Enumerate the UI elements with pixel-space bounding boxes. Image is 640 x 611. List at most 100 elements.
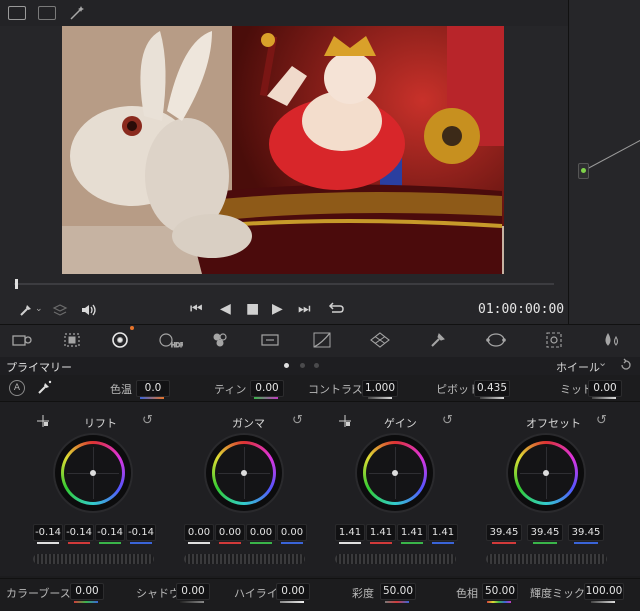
layers-icon[interactable] bbox=[52, 302, 68, 318]
white-balance-picker-icon[interactable] bbox=[36, 379, 54, 395]
hue-field[interactable]: 50.00 bbox=[482, 583, 518, 600]
page-dot-2[interactable] bbox=[300, 363, 305, 368]
gamma-y-value[interactable]: 0.00 bbox=[184, 524, 214, 541]
page-dot-3[interactable] bbox=[314, 363, 319, 368]
active-indicator-dot bbox=[130, 326, 134, 330]
color-match-icon[interactable] bbox=[54, 324, 90, 356]
offset-b-value[interactable]: 39.45 bbox=[568, 524, 604, 541]
offset-reset-icon[interactable]: ↺ bbox=[596, 413, 607, 428]
gamma-r-value[interactable]: 0.00 bbox=[215, 524, 245, 541]
gain-reset-icon[interactable]: ↺ bbox=[442, 413, 453, 428]
color-warper-icon[interactable] bbox=[362, 324, 398, 356]
offset-wheel[interactable] bbox=[508, 435, 584, 511]
offset-g-value[interactable]: 39.45 bbox=[527, 524, 563, 541]
lift-g-bar bbox=[99, 542, 121, 544]
gain-y-bar bbox=[339, 542, 361, 544]
highlight-field[interactable]: 0.00 bbox=[276, 583, 310, 600]
lift-picker-icon[interactable] bbox=[36, 414, 50, 428]
eyedropper-icon[interactable] bbox=[18, 302, 34, 318]
magic-wand-icon[interactable] bbox=[68, 4, 86, 22]
saturation-label: 彩度 bbox=[352, 587, 374, 600]
lift-wheel[interactable] bbox=[55, 435, 131, 511]
lift-master-slider[interactable] bbox=[33, 554, 154, 564]
shadow-field[interactable]: 0.00 bbox=[176, 583, 210, 600]
timecode-display: 01:00:00:00 bbox=[478, 302, 565, 317]
tracker-icon[interactable] bbox=[536, 324, 572, 356]
lift-r-value[interactable]: -0.14 bbox=[64, 524, 94, 541]
stop-button[interactable]: ■ bbox=[246, 301, 259, 317]
play-button[interactable]: ▶ bbox=[272, 301, 283, 317]
playhead-handle[interactable] bbox=[15, 279, 18, 289]
motion-effects-icon[interactable] bbox=[252, 324, 288, 356]
offset-master-slider[interactable] bbox=[486, 554, 607, 564]
chevron-down-icon[interactable]: ⌄ bbox=[35, 304, 43, 314]
node-output[interactable] bbox=[578, 163, 589, 179]
gamma-title: ガンマ bbox=[232, 417, 265, 430]
lift-g-value[interactable]: -0.14 bbox=[95, 524, 125, 541]
gallery-view-icon[interactable] bbox=[38, 6, 56, 20]
hdr-wheels-icon[interactable]: HDR bbox=[152, 324, 188, 356]
shadow-bar bbox=[180, 601, 204, 603]
lift-b-value[interactable]: -0.14 bbox=[126, 524, 156, 541]
tint-field[interactable]: 0.00 bbox=[250, 380, 284, 397]
gain-g-value[interactable]: 1.41 bbox=[397, 524, 427, 541]
saturation-field[interactable]: 50.00 bbox=[380, 583, 416, 600]
loop-icon[interactable] bbox=[327, 301, 345, 317]
temperature-label: 色温 bbox=[110, 383, 132, 396]
auto-balance-icon[interactable]: A bbox=[9, 380, 25, 396]
gamma-puck[interactable] bbox=[241, 470, 247, 476]
temperature-field[interactable]: 0.0 bbox=[136, 380, 170, 397]
gamma-b-value[interactable]: 0.00 bbox=[277, 524, 307, 541]
viewer-toolbar bbox=[0, 0, 568, 27]
qualifier-icon[interactable] bbox=[420, 324, 456, 356]
rgb-mixer-icon[interactable] bbox=[202, 324, 238, 356]
lift-reset-icon[interactable]: ↺ bbox=[142, 413, 153, 428]
viewer-image[interactable] bbox=[62, 26, 504, 274]
offset-g-bar bbox=[533, 542, 557, 544]
speaker-icon[interactable] bbox=[80, 302, 98, 318]
blur-icon[interactable] bbox=[594, 324, 630, 356]
jump-start-button[interactable]: ⏮ bbox=[190, 301, 203, 317]
midtone-detail-field[interactable]: 0.00 bbox=[588, 380, 622, 397]
contrast-field[interactable]: 1.000 bbox=[362, 380, 398, 397]
gain-b-value[interactable]: 1.41 bbox=[428, 524, 458, 541]
reset-all-icon[interactable] bbox=[619, 358, 633, 372]
pivot-field[interactable]: 0.435 bbox=[474, 380, 510, 397]
color-boost-field[interactable]: 0.00 bbox=[70, 583, 104, 600]
jump-end-button[interactable]: ⏭ bbox=[298, 301, 311, 317]
offset-r-value[interactable]: 39.45 bbox=[486, 524, 522, 541]
lift-puck[interactable] bbox=[90, 470, 96, 476]
gain-picker-icon[interactable] bbox=[338, 414, 352, 428]
lum-mix-field[interactable]: 100.00 bbox=[584, 583, 624, 600]
section-title: プライマリー bbox=[6, 361, 72, 374]
highlight-bar bbox=[280, 601, 304, 603]
play-reverse-button[interactable]: ◀ bbox=[220, 301, 231, 317]
gain-puck[interactable] bbox=[392, 470, 398, 476]
offset-r-bar bbox=[492, 542, 516, 544]
gamma-master-slider[interactable] bbox=[184, 554, 305, 564]
gain-master-slider[interactable] bbox=[335, 554, 456, 564]
offset-puck[interactable] bbox=[543, 470, 549, 476]
primaries-header bbox=[0, 357, 640, 375]
midtone-detail-bar bbox=[592, 397, 616, 399]
gain-wheel[interactable] bbox=[357, 435, 433, 511]
node-editor-panel[interactable] bbox=[568, 0, 640, 324]
color-boost-bar bbox=[74, 601, 98, 603]
single-viewer-icon[interactable] bbox=[8, 6, 26, 20]
gain-y-value[interactable]: 1.41 bbox=[335, 524, 365, 541]
lift-b-bar bbox=[130, 542, 152, 544]
temperature-bar bbox=[140, 397, 164, 399]
curves-icon[interactable] bbox=[304, 324, 340, 356]
gain-b-bar bbox=[432, 542, 454, 544]
gamma-g-value[interactable]: 0.00 bbox=[246, 524, 276, 541]
timeline-scrubber[interactable] bbox=[14, 283, 554, 285]
mode-select[interactable]: ホイール bbox=[556, 359, 600, 375]
page-dot-1[interactable] bbox=[284, 363, 289, 368]
gain-r-value[interactable]: 1.41 bbox=[366, 524, 396, 541]
window-icon[interactable] bbox=[478, 324, 514, 356]
chevron-down-icon[interactable]: ⌄ bbox=[598, 356, 607, 369]
camera-raw-icon[interactable] bbox=[4, 324, 40, 356]
gamma-reset-icon[interactable]: ↺ bbox=[292, 413, 303, 428]
lift-y-value[interactable]: -0.14 bbox=[33, 524, 63, 541]
gamma-wheel[interactable] bbox=[206, 435, 282, 511]
